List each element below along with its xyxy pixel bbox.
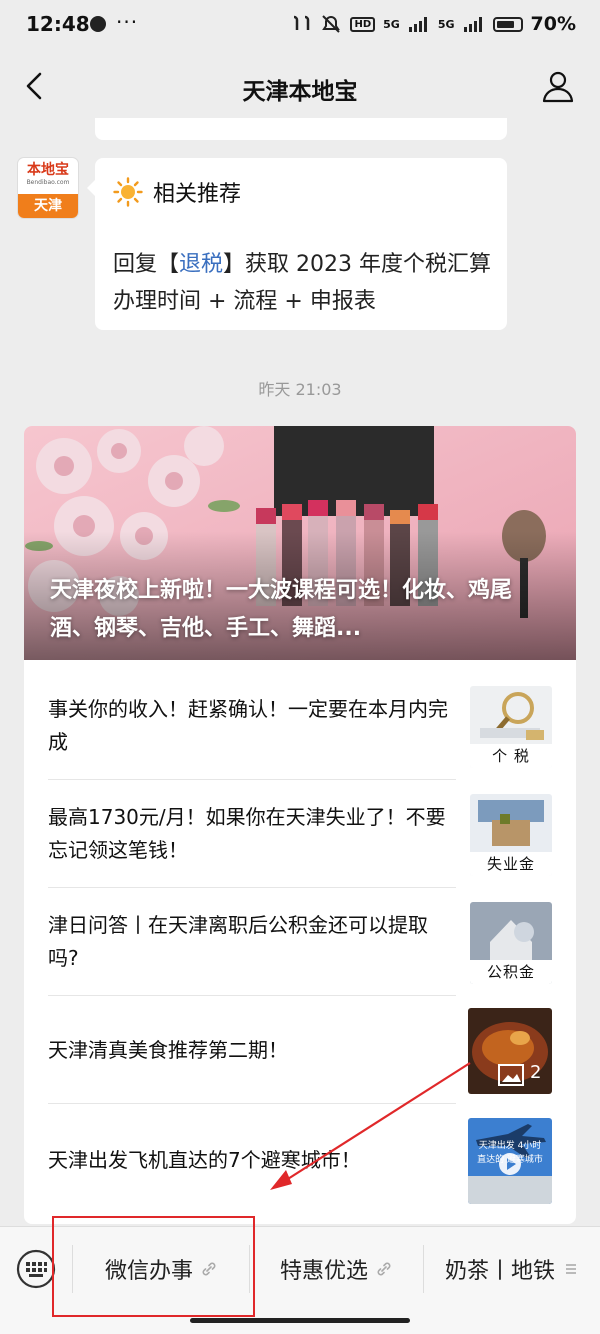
thumb-overlay-text-1: 天津出发 4小时 — [478, 1141, 542, 1151]
avatar-logo-area: 本地宝 Bendibao.com — [18, 158, 78, 194]
article-item-1[interactable]: 事关你的收入！赶紧确认！一定要在本月内完成 个 税 — [48, 672, 552, 780]
signal-5g-icon: 5G — [383, 17, 400, 31]
article-card: 天津夜校上新啦！一大波课程可选！化妆、鸡尾酒、钢琴、吉他、手工、舞蹈... 事关… — [24, 426, 576, 1224]
hero-article[interactable]: 天津夜校上新啦！一大波课程可选！化妆、鸡尾酒、钢琴、吉他、手工、舞蹈... — [24, 426, 576, 660]
page-title: 天津本地宝 — [242, 79, 358, 105]
status-right: HD 5G 5G 70% — [290, 13, 576, 35]
message-timestamp: 昨天 21:03 — [258, 380, 342, 399]
menu-label: 奶茶丨地铁 — [444, 1259, 555, 1284]
status-more: ··· — [116, 10, 139, 34]
article-item-title: 事关你的收入！赶紧确认！一定要在本月内完成 — [48, 697, 448, 754]
avatar-logo-sub: Bendibao.com — [26, 179, 70, 186]
thumb-label: 失业金 — [470, 852, 552, 876]
article-item-title: 最高1730元/月！如果你在天津失业了！不要忘记领这笔钱！ — [48, 805, 446, 862]
article-thumbnail-tax: 个 税 — [470, 686, 552, 768]
menu-special-offers[interactable]: 特惠优选 — [250, 1227, 422, 1311]
status-bar: 12:48 ··· HD 5G 5G 70% — [0, 0, 600, 52]
recommend-body: 回复【退税】获取 2023 年度个税汇算办理时间 + 流程 + 申报表 — [113, 246, 491, 320]
article-item-title: 津日问答丨在天津离职后公积金还可以提取吗? — [48, 913, 428, 970]
notification-dot-icon — [90, 16, 106, 32]
article-thumbnail-housing-fund: 公积金 — [470, 902, 552, 984]
menu-milk-tea-metro[interactable]: 奶茶丨地铁 — [424, 1227, 600, 1311]
divider — [48, 1103, 456, 1104]
reply-prefix: 回复【 — [113, 252, 180, 277]
menu-label: 特惠优选 — [279, 1259, 368, 1284]
article-thumbnail-flight: 天津出发 4小时 直达的 避寒城市 — [468, 1118, 552, 1204]
mute-icon — [322, 15, 341, 33]
signal-5g-icon-2: 5G — [437, 17, 455, 31]
battery-percent: 70% — [530, 13, 576, 35]
user-profile-icon[interactable] — [540, 68, 576, 104]
nav-bar: 天津本地宝 — [0, 56, 600, 120]
article-item-5[interactable]: 天津出发飞机直达的7个避寒城市！ 天津出发 4小时 直达的 避寒城市 — [48, 1106, 552, 1214]
avatar-logo-text: 本地宝 — [27, 162, 69, 178]
signal-bars-icon-2 — [463, 17, 482, 32]
earbuds-icon — [294, 15, 310, 30]
hero-title: 天津夜校上新啦！一大波课程可选！化妆、鸡尾酒、钢琴、吉他、手工、舞蹈... — [50, 578, 513, 641]
annotation-highlight-box — [52, 1216, 255, 1317]
battery-icon — [492, 16, 523, 32]
article-item-title: 天津清真美食推荐第二期！ — [48, 1037, 288, 1062]
avatar[interactable]: 本地宝 Bendibao.com 天津 — [18, 158, 78, 218]
hd-icon: HD — [350, 16, 376, 32]
article-item-3[interactable]: 津日问答丨在天津离职后公积金还可以提取吗? 公积金 — [48, 888, 552, 996]
thumb-overlay-text-2: 直达的 避寒城市 — [477, 1155, 543, 1165]
reply-keyword-link[interactable]: 退税 — [179, 252, 223, 277]
article-item-2[interactable]: 最高1730元/月！如果你在天津失业了！不要忘记领这笔钱！ 失业金 — [48, 780, 552, 888]
thumb-label: 公积金 — [470, 960, 552, 984]
thumb-label: 个 税 — [470, 744, 552, 768]
article-item-title: 天津出发飞机直达的7个避寒城市！ — [48, 1147, 361, 1172]
recommend-title: 相关推荐 — [153, 182, 242, 207]
article-thumbnail-food: 2 — [468, 1008, 552, 1094]
recommend-header: 相关推荐 — [113, 176, 241, 208]
article-thumbnail-unemployment: 失业金 — [470, 794, 552, 876]
signal-bars-icon — [408, 17, 427, 32]
status-time: 12:48 — [26, 12, 90, 36]
keyboard-icon[interactable] — [16, 1249, 56, 1289]
home-indicator — [190, 1318, 410, 1323]
link-icon — [377, 1262, 391, 1276]
previous-message-stub — [95, 118, 507, 140]
gallery-icon — [498, 1064, 524, 1086]
article-item-4[interactable]: 天津清真美食推荐第二期！ 2 — [48, 996, 552, 1104]
submenu-icon — [566, 1264, 576, 1274]
gallery-count: 2 — [530, 1062, 542, 1083]
avatar-city: 天津 — [18, 194, 78, 218]
recommend-message-bubble[interactable]: 相关推荐 回复【退税】获取 2023 年度个税汇算办理时间 + 流程 + 申报表 — [87, 158, 507, 330]
sun-icon — [113, 177, 143, 207]
